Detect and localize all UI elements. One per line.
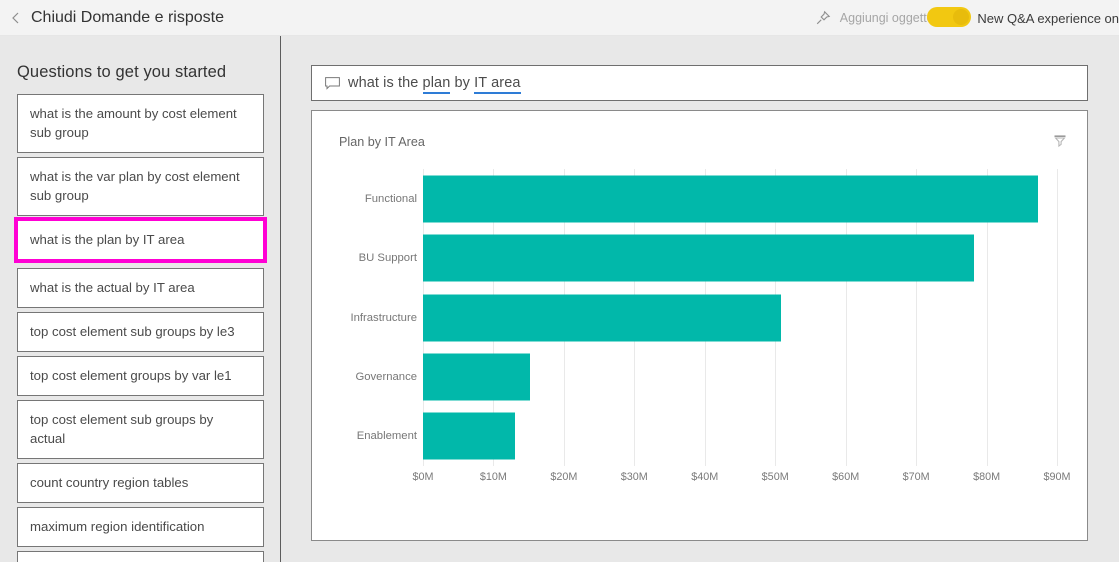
q-part-2: by xyxy=(450,75,475,91)
chart-title: Plan by IT Area xyxy=(339,135,425,149)
suggestion-item-most-recent-scenario-table[interactable]: most recent scenario table xyxy=(17,551,264,562)
suggestion-wrap: what is the var plan by cost element sub… xyxy=(17,157,264,216)
suggestion-wrap: what is the actual by IT area xyxy=(17,268,264,308)
x-tick-0: $0M xyxy=(412,471,434,483)
q-entity-it-area: IT area xyxy=(474,75,521,94)
x-tick-9: $90M xyxy=(1043,471,1071,483)
chart-bars-area xyxy=(423,169,1058,466)
y-axis-category-labels: Functional BU Support Infrastructure Gov… xyxy=(336,169,417,466)
suggestion-wrap: count country region tables xyxy=(17,463,264,503)
x-axis-tick-labels: $0M $10M $20M $30M $40M $50M $60M $70M $… xyxy=(412,471,1070,491)
bar-governance[interactable] xyxy=(423,353,531,401)
x-tick-6: $60M xyxy=(832,471,860,483)
top-header-bar: Chiudi Domande e risposte Aggiungi ogget… xyxy=(0,0,1119,36)
y-tick-functional: Functional xyxy=(364,192,417,205)
suggestion-wrap: what is the amount by cost element sub g… xyxy=(17,94,264,153)
question-text: what is the plan by IT area xyxy=(348,75,521,94)
suggestion-item-top-cost-element-groups-by-var-le1[interactable]: top cost element groups by var le1 xyxy=(17,356,264,396)
suggestion-wrap: maximum region identification xyxy=(17,507,264,547)
page-content: Questions to get you started what is the… xyxy=(0,36,1119,562)
suggested-questions-list: what is the amount by cost element sub g… xyxy=(14,94,267,562)
x-tick-3: $30M xyxy=(620,471,648,483)
highlight-badge xyxy=(927,7,971,27)
chart-plot-area: Functional BU Support Infrastructure Gov… xyxy=(336,169,1071,509)
suggestion-item-top-cost-element-sub-groups-by-actual[interactable]: top cost element sub groups by actual xyxy=(17,400,264,459)
page-title: Questions to get you started xyxy=(17,63,227,81)
x-tick-4: $40M xyxy=(691,471,719,483)
bar-enablement[interactable] xyxy=(423,412,515,460)
x-tick-7: $70M xyxy=(902,471,930,483)
suggestion-wrap: top cost element sub groups by le3 xyxy=(17,312,264,352)
suggestion-wrap: top cost element groups by var le1 xyxy=(17,356,264,396)
suggestion-wrap: top cost element sub groups by actual xyxy=(17,400,264,459)
x-tick-8: $80M xyxy=(973,471,1001,483)
y-tick-infrastructure: Infrastructure xyxy=(350,311,417,324)
suggestion-item-actual-by-it-area[interactable]: what is the actual by IT area xyxy=(17,268,264,308)
close-qa-button[interactable]: Chiudi Domande e risposte xyxy=(10,0,224,36)
pin-icon[interactable] xyxy=(815,10,831,26)
suggestions-sidebar: Questions to get you started what is the… xyxy=(0,36,281,562)
y-tick-enablement: Enablement xyxy=(356,430,417,443)
badge-dot-icon xyxy=(953,9,969,25)
q-entity-plan: plan xyxy=(422,75,451,94)
x-tick-1: $10M xyxy=(479,471,507,483)
gridline-90 xyxy=(1057,169,1058,466)
visual-card: Plan by IT Area Functional BU Support In… xyxy=(311,110,1088,541)
speech-bubble-icon xyxy=(325,76,340,90)
y-tick-bu-support: BU Support xyxy=(358,252,417,265)
suggestion-item-plan-by-it-area[interactable]: what is the plan by IT area xyxy=(17,220,264,260)
close-qa-label: Chiudi Domande e risposte xyxy=(31,9,224,26)
suggestion-item-maximum-region-identification[interactable]: maximum region identification xyxy=(17,507,264,547)
suggestion-item-top-cost-element-sub-groups-by-le3[interactable]: top cost element sub groups by le3 xyxy=(17,312,264,352)
qa-experience-label: New Q&A experience on xyxy=(977,10,1119,26)
x-tick-5: $50M xyxy=(761,471,789,483)
suggestion-wrap-selected: what is the plan by IT area xyxy=(14,217,267,263)
q-part-0: what is the xyxy=(348,75,423,91)
suggestion-item-amount-by-cost-element-sub-group[interactable]: what is the amount by cost element sub g… xyxy=(17,94,264,153)
qa-main-panel: what is the plan by IT area Plan by IT A… xyxy=(282,36,1119,562)
x-tick-2: $20M xyxy=(550,471,578,483)
question-input[interactable]: what is the plan by IT area xyxy=(311,65,1088,101)
suggestion-item-count-country-region-tables[interactable]: count country region tables xyxy=(17,463,264,503)
suggestion-item-var-plan-by-cost-element-sub-group[interactable]: what is the var plan by cost element sub… xyxy=(17,157,264,216)
suggestion-wrap: most recent scenario table xyxy=(17,551,264,562)
bar-functional[interactable] xyxy=(423,175,1038,223)
bar-bu-support[interactable] xyxy=(423,234,974,282)
bar-infrastructure[interactable] xyxy=(423,294,781,341)
filter-funnel-icon[interactable] xyxy=(1052,133,1068,149)
chevron-left-icon xyxy=(12,12,19,24)
y-tick-governance: Governance xyxy=(355,370,417,383)
